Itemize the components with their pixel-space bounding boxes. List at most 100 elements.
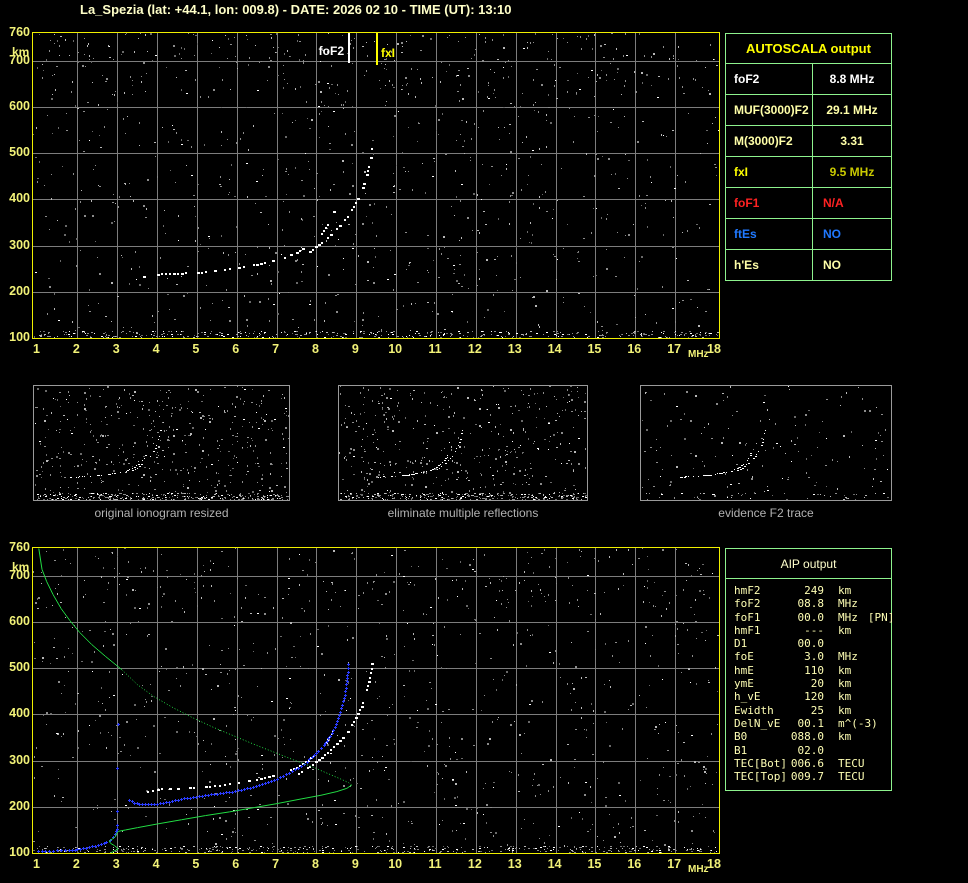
- x-axis-tick-label: 1: [33, 857, 40, 871]
- aip-value: 088.0: [790, 730, 824, 744]
- autoscala-row-muf3000f2: MUF(3000)F2 29.1 MHz: [726, 94, 891, 125]
- autoscala-row-fof2: foF2 8.8 MHz: [726, 63, 891, 94]
- x-axis-tick-label: 5: [192, 342, 200, 356]
- y-axis-tick-label: 200: [9, 798, 30, 813]
- y-axis-tick-label: 500: [9, 145, 30, 160]
- aip-value: 00.0: [797, 610, 825, 624]
- autoscala-row-fxi: fxI 9.5 MHz: [726, 156, 891, 187]
- x-axis-tick-label: 9: [351, 857, 359, 871]
- y-axis-tick-label: 100: [9, 330, 30, 344]
- aip-row-b1: B1 02.0: [734, 744, 891, 757]
- aip-row-hme: hmE 110 km: [734, 664, 891, 677]
- aip-label: TEC[Top]: [734, 770, 787, 784]
- aip-label: h_vE: [734, 690, 761, 704]
- aip-row-hve: h_vE 120 km: [734, 690, 891, 703]
- x-axis-tick-label: 15: [587, 857, 602, 871]
- x-axis-tick-label: 1: [33, 342, 40, 356]
- aip-row-tecbot: TEC[Bot] 006.6 TECU: [734, 757, 891, 770]
- autoscala-row-label: MUF(3000)F2: [726, 95, 813, 125]
- aip-extra: [PN]: [867, 610, 895, 624]
- x-axis-tick-label: 5: [192, 857, 200, 871]
- aip-unit: km: [838, 584, 852, 597]
- x-axis-tick-label: 4: [152, 342, 160, 356]
- autoscala-table: AUTOSCALA output foF2 8.8 MHz MUF(3000)F2 2…: [725, 33, 892, 281]
- autoscala-row-value: N/A: [823, 196, 844, 210]
- aip-value: 249: [804, 584, 824, 597]
- autoscala-row-label: ftEs: [726, 219, 813, 249]
- autoscala-row-value: NO: [823, 258, 841, 272]
- autoscala-row-hes: h'Es NO: [726, 249, 891, 280]
- aip-value: 009.7: [790, 770, 824, 784]
- y-axis-tick-label: 600: [9, 613, 30, 628]
- autoscala-row-ftes: ftEs NO: [726, 218, 891, 249]
- thumbnail-eliminate-reflections: [338, 385, 588, 501]
- thumbnail-caption-eliminate: eliminate multiple reflections: [387, 506, 539, 520]
- aip-value: 25: [810, 703, 824, 717]
- x-axis-tick-label: 7: [272, 342, 280, 356]
- aip-label: ymE: [734, 677, 754, 691]
- autoscala-row-fof1: foF1 N/A: [726, 187, 891, 218]
- x-axis-tick-label: 16: [627, 857, 642, 871]
- aip-row-fof2: foF2 08.8 MHz: [734, 597, 891, 610]
- autoscala-row-value: NO: [823, 227, 841, 241]
- fxi-marker-label: fxI: [381, 46, 396, 60]
- aip-label: B0: [734, 730, 748, 744]
- aip-value: 00.0: [797, 637, 825, 651]
- x-axis-tick-label: 11: [428, 342, 442, 356]
- aip-label: hmF1: [734, 623, 761, 637]
- autoscala-row-value: 9.5 MHz: [829, 165, 875, 179]
- aip-label: B1: [734, 743, 748, 757]
- x-axis-tick-label: 8: [311, 342, 319, 356]
- aip-label: foF1: [734, 610, 761, 624]
- aip-value: 3.0: [804, 650, 824, 664]
- x-axis-tick-label: 10: [388, 342, 403, 356]
- top-y-axis-unit: km: [12, 45, 30, 59]
- bottom-x-axis-unit: MHz: [688, 864, 709, 875]
- thumbnail-evidence-f2: [640, 385, 892, 501]
- y-axis-tick-label: 300: [9, 237, 30, 252]
- autoscala-row-label: foF2: [726, 64, 813, 94]
- aip-row-b0: B0 088.0 km: [734, 730, 891, 743]
- x-axis-tick-label: 17: [667, 342, 682, 356]
- aip-unit: TECU: [838, 770, 865, 784]
- aip-label: hmE: [734, 663, 754, 677]
- y-axis-tick-label: 500: [9, 660, 30, 675]
- y-axis-tick-label: 600: [9, 98, 30, 113]
- y-axis-tick-label: 400: [9, 191, 30, 206]
- aip-unit: km: [838, 703, 852, 717]
- y-axis-tick-label: 200: [9, 283, 30, 298]
- x-axis-tick-label: 6: [232, 342, 240, 356]
- x-axis-tick-label: 13: [507, 857, 522, 871]
- autoscala-row-label: fxI: [726, 157, 813, 187]
- aip-label: hmF2: [734, 584, 761, 597]
- y-axis-tick-label: 760: [9, 540, 30, 554]
- aip-row-hmf1: hmF1 --- km: [734, 624, 891, 637]
- aip-label: D1: [734, 637, 748, 651]
- autoscala-row-label: M(3000)F2: [726, 126, 813, 156]
- aip-unit: km: [838, 730, 852, 744]
- x-axis-tick-label: 10: [388, 857, 403, 871]
- thumbnail-original-canvas: [34, 386, 289, 500]
- x-axis-tick-label: 18: [707, 857, 721, 871]
- aip-table: AIP output hmF2 249 km foF2 08.8 MHz foF1 00.0 M…: [725, 548, 895, 791]
- profile-canvas: [33, 548, 719, 853]
- aip-row-yme: ymE 20 km: [734, 677, 891, 690]
- thumbnail-caption-original: original ionogram resized: [94, 506, 229, 520]
- aip-label: TEC[Bot]: [734, 756, 787, 770]
- aip-label: foF2: [734, 597, 761, 611]
- autoscala-row-label: foF1: [726, 188, 813, 218]
- x-axis-tick-label: 16: [627, 342, 642, 356]
- thumbnail-original-ionogram: [33, 385, 290, 501]
- aip-unit: km: [838, 623, 852, 637]
- x-axis-tick-label: 12: [467, 342, 482, 356]
- aip-value: 02.0: [797, 743, 825, 757]
- x-axis-tick-label: 17: [667, 857, 682, 871]
- aip-unit: km: [838, 690, 852, 704]
- page-title: La_Spezia (lat: +44.1, lon: 009.8) - DAT…: [80, 2, 512, 17]
- aip-row-foe: foE 3.0 MHz: [734, 650, 891, 663]
- bottom-y-axis-unit: km: [12, 560, 30, 574]
- x-axis-tick-label: 13: [507, 342, 522, 356]
- x-axis-tick-label: 3: [112, 857, 120, 871]
- aip-label: Ewidth: [734, 703, 774, 717]
- top-x-axis-unit: MHz: [688, 349, 709, 360]
